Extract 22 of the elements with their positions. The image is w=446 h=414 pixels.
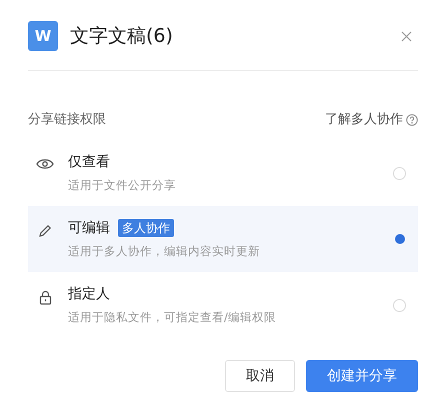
option-title: 仅查看: [68, 152, 110, 172]
option-description: 适用于隐私文件，可指定查看/编辑权限: [68, 308, 277, 326]
app-logo: W: [28, 21, 58, 51]
option-title: 指定人: [68, 284, 110, 304]
option-title: 可编辑: [68, 218, 110, 238]
cancel-button[interactable]: 取消: [225, 360, 295, 392]
radio-button[interactable]: [393, 166, 406, 180]
option-description: 适用于文件公开分享: [68, 176, 177, 194]
eye-icon: [36, 158, 54, 170]
option-description: 适用于多人协作，编辑内容实时更新: [68, 242, 261, 260]
permission-option[interactable]: 可编辑 多人协作 适用于多人协作，编辑内容实时更新: [28, 206, 418, 272]
radio-button[interactable]: [393, 298, 406, 312]
dialog-title: 文字文稿(6): [70, 24, 173, 49]
radio-button[interactable]: [395, 234, 405, 244]
create-share-button[interactable]: 创建并分享: [306, 360, 418, 392]
close-icon[interactable]: [401, 30, 412, 42]
help-icon[interactable]: [406, 114, 418, 126]
lock-icon: [38, 290, 52, 305]
help-link[interactable]: 了解多人协作: [325, 110, 403, 130]
collaboration-badge: 多人协作: [118, 219, 174, 238]
section-label: 分享链接权限: [28, 111, 106, 130]
pencil-icon: [38, 224, 52, 238]
